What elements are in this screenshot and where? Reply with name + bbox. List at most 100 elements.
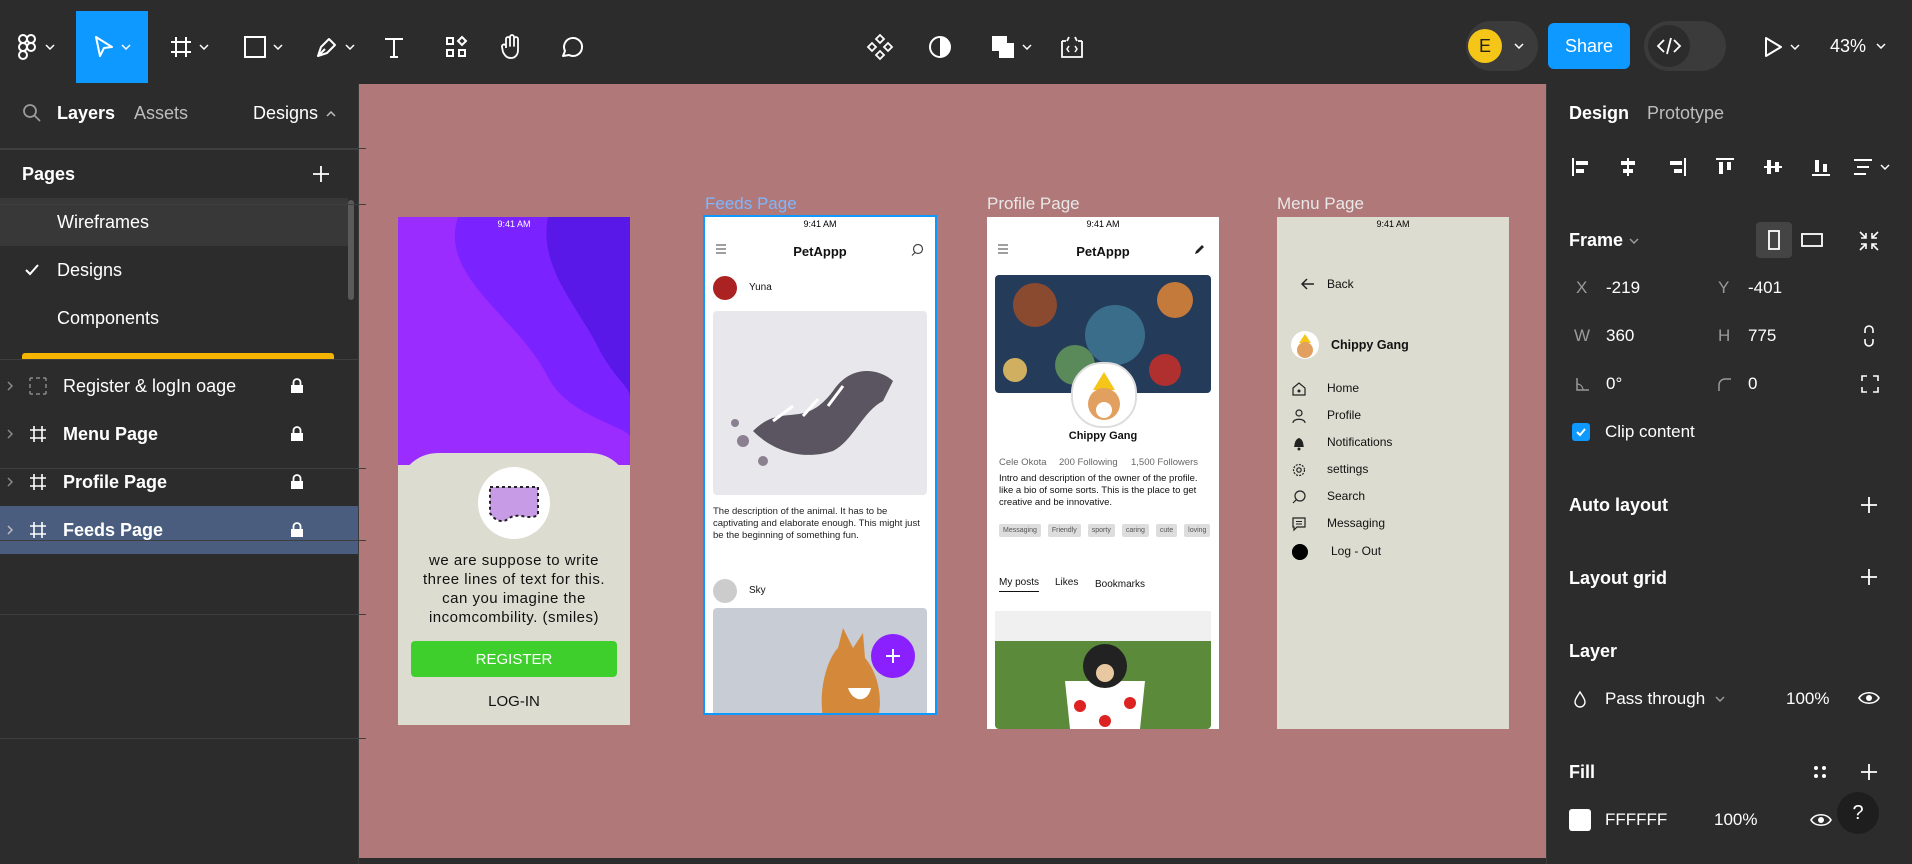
tag-chip[interactable]: Messaging <box>999 524 1041 537</box>
mask-button[interactable] <box>926 11 954 83</box>
constrain-proportions-icon[interactable] <box>1862 324 1876 348</box>
eye-icon[interactable] <box>1810 812 1832 828</box>
canvas[interactable]: 9:41 AM we are suppose to write three li… <box>359 84 1546 858</box>
profile-followers[interactable]: 1,500 Followers <box>1131 457 1198 468</box>
page-switcher[interactable]: Designs <box>253 103 336 124</box>
menu-avatar[interactable] <box>1291 331 1319 359</box>
main-menu-button[interactable] <box>10 11 62 83</box>
menu-item-home[interactable]: Home <box>1327 381 1359 395</box>
login-button[interactable]: LOG-IN <box>398 693 630 710</box>
page-item-wireframes[interactable]: Wireframes <box>0 198 348 246</box>
style-grid-icon[interactable] <box>1812 764 1828 780</box>
add-page-icon[interactable] <box>311 164 331 184</box>
profile-following[interactable]: 200 Following <box>1059 457 1118 468</box>
pen-tool-button[interactable] <box>308 11 362 83</box>
move-tool-button[interactable] <box>76 11 148 83</box>
frame-profile[interactable]: 9:41 AM PetAppp Chippy Gang Cele Okota 2… <box>987 217 1219 729</box>
comment-tool-button[interactable] <box>558 11 586 83</box>
pages-scrollbar[interactable] <box>348 200 354 300</box>
w-input[interactable]: 360 <box>1606 326 1634 346</box>
dev-crop-button[interactable] <box>1058 11 1086 83</box>
fill-opacity-input[interactable]: 100% <box>1714 810 1757 830</box>
search-icon[interactable] <box>22 103 42 123</box>
page-item-designs[interactable]: Designs <box>0 246 348 294</box>
lock-icon[interactable] <box>290 474 304 490</box>
frame-tool-button[interactable] <box>162 11 216 83</box>
frame-label-profile[interactable]: Profile Page <box>987 194 1080 214</box>
menu-item-logout[interactable]: Log - Out <box>1331 544 1381 558</box>
frame-menu[interactable]: 9:41 AM Back Chippy Gang Home Profile No… <box>1277 217 1509 729</box>
layer-row-profile-page[interactable]: Profile Page <box>0 458 358 506</box>
add-fill-icon[interactable] <box>1860 763 1878 781</box>
page-item-components[interactable]: Components <box>0 294 348 342</box>
resources-button[interactable] <box>442 11 470 83</box>
lock-icon[interactable] <box>290 522 304 538</box>
profile-avatar[interactable] <box>1071 362 1137 428</box>
add-layout-grid-icon[interactable] <box>1860 568 1878 586</box>
add-post-button[interactable] <box>871 634 915 678</box>
tab-bookmarks[interactable]: Bookmarks <box>1095 579 1145 590</box>
tag-chip[interactable]: sporty <box>1087 524 1115 537</box>
corner-radius-input[interactable]: 0 <box>1748 374 1757 394</box>
h-input[interactable]: 775 <box>1748 326 1776 346</box>
lock-icon[interactable] <box>290 426 304 442</box>
present-button[interactable] <box>1756 11 1806 83</box>
align-vertical-center-icon[interactable] <box>1762 156 1784 178</box>
caret-right-icon[interactable] <box>6 525 14 535</box>
frame-feeds[interactable]: 9:41 AM PetAppp Yuna The description of … <box>703 215 937 715</box>
layer-row-menu-page[interactable]: Menu Page <box>0 410 358 458</box>
resize-to-fit-icon[interactable] <box>1858 230 1880 252</box>
menu-item-profile[interactable]: Profile <box>1327 408 1361 422</box>
x-input[interactable]: -219 <box>1606 278 1640 298</box>
tab-layers[interactable]: Layers <box>57 103 115 124</box>
blend-mode-dropdown[interactable]: Pass through <box>1605 689 1725 709</box>
tab-likes[interactable]: Likes <box>1055 577 1078 588</box>
fill-color-swatch[interactable] <box>1569 809 1591 831</box>
independent-corners-icon[interactable] <box>1860 374 1880 394</box>
multiplayer-avatar-group[interactable]: E <box>1466 21 1538 71</box>
tab-assets[interactable]: Assets <box>134 103 188 124</box>
back-arrow-icon[interactable] <box>1301 278 1315 290</box>
tag-chip[interactable]: caring <box>1121 524 1149 537</box>
layer-row-feeds-page[interactable]: Feeds Page <box>0 506 358 554</box>
rotation-input[interactable]: 0° <box>1606 374 1622 394</box>
zoom-control[interactable]: 43% <box>1830 34 1886 58</box>
caret-right-icon[interactable] <box>6 429 14 439</box>
tag-chip[interactable]: cute <box>1155 524 1178 537</box>
avatar[interactable]: E <box>1468 29 1502 63</box>
post-username[interactable]: Yuna <box>749 282 772 293</box>
caret-right-icon[interactable] <box>6 477 14 487</box>
component-button[interactable] <box>866 11 894 83</box>
post-image-zebra[interactable] <box>713 311 927 495</box>
eye-icon[interactable] <box>1858 690 1880 706</box>
clip-content-checkbox[interactable] <box>1572 423 1590 441</box>
menu-item-search[interactable]: Search <box>1327 489 1365 503</box>
back-link[interactable]: Back <box>1327 277 1354 291</box>
shape-tool-button[interactable] <box>236 11 290 83</box>
align-right-icon[interactable] <box>1666 156 1688 178</box>
post-username[interactable]: Sky <box>749 585 766 596</box>
share-button[interactable]: Share <box>1548 23 1630 69</box>
lock-icon[interactable] <box>290 378 304 394</box>
text-tool-button[interactable] <box>380 11 408 83</box>
align-horizontal-center-icon[interactable] <box>1617 156 1639 178</box>
frame-register[interactable]: 9:41 AM we are suppose to write three li… <box>398 217 630 725</box>
edit-pencil-icon[interactable] <box>1193 243 1206 256</box>
frame-label-menu[interactable]: Menu Page <box>1277 194 1364 214</box>
tag-chip[interactable]: loving <box>1184 524 1211 537</box>
boolean-button[interactable] <box>986 11 1036 83</box>
layer-row-register[interactable]: Register & logIn oage <box>0 362 358 410</box>
avatar[interactable] <box>713 276 737 300</box>
add-auto-layout-icon[interactable] <box>1860 496 1878 514</box>
register-button[interactable]: REGISTER <box>411 641 617 677</box>
tab-prototype[interactable]: Prototype <box>1647 103 1724 124</box>
tag-chip[interactable]: Friendly <box>1047 524 1081 537</box>
help-button[interactable]: ? <box>1837 792 1879 834</box>
hand-tool-button[interactable] <box>498 11 526 83</box>
avatar[interactable] <box>713 579 737 603</box>
frame-type-dropdown[interactable]: Frame <box>1569 230 1639 251</box>
menu-item-messaging[interactable]: Messaging <box>1327 516 1385 530</box>
layer-opacity-input[interactable]: 100% <box>1786 689 1829 709</box>
fill-hex-input[interactable]: FFFFFF <box>1605 810 1667 830</box>
menu-item-notifications[interactable]: Notifications <box>1327 435 1392 449</box>
